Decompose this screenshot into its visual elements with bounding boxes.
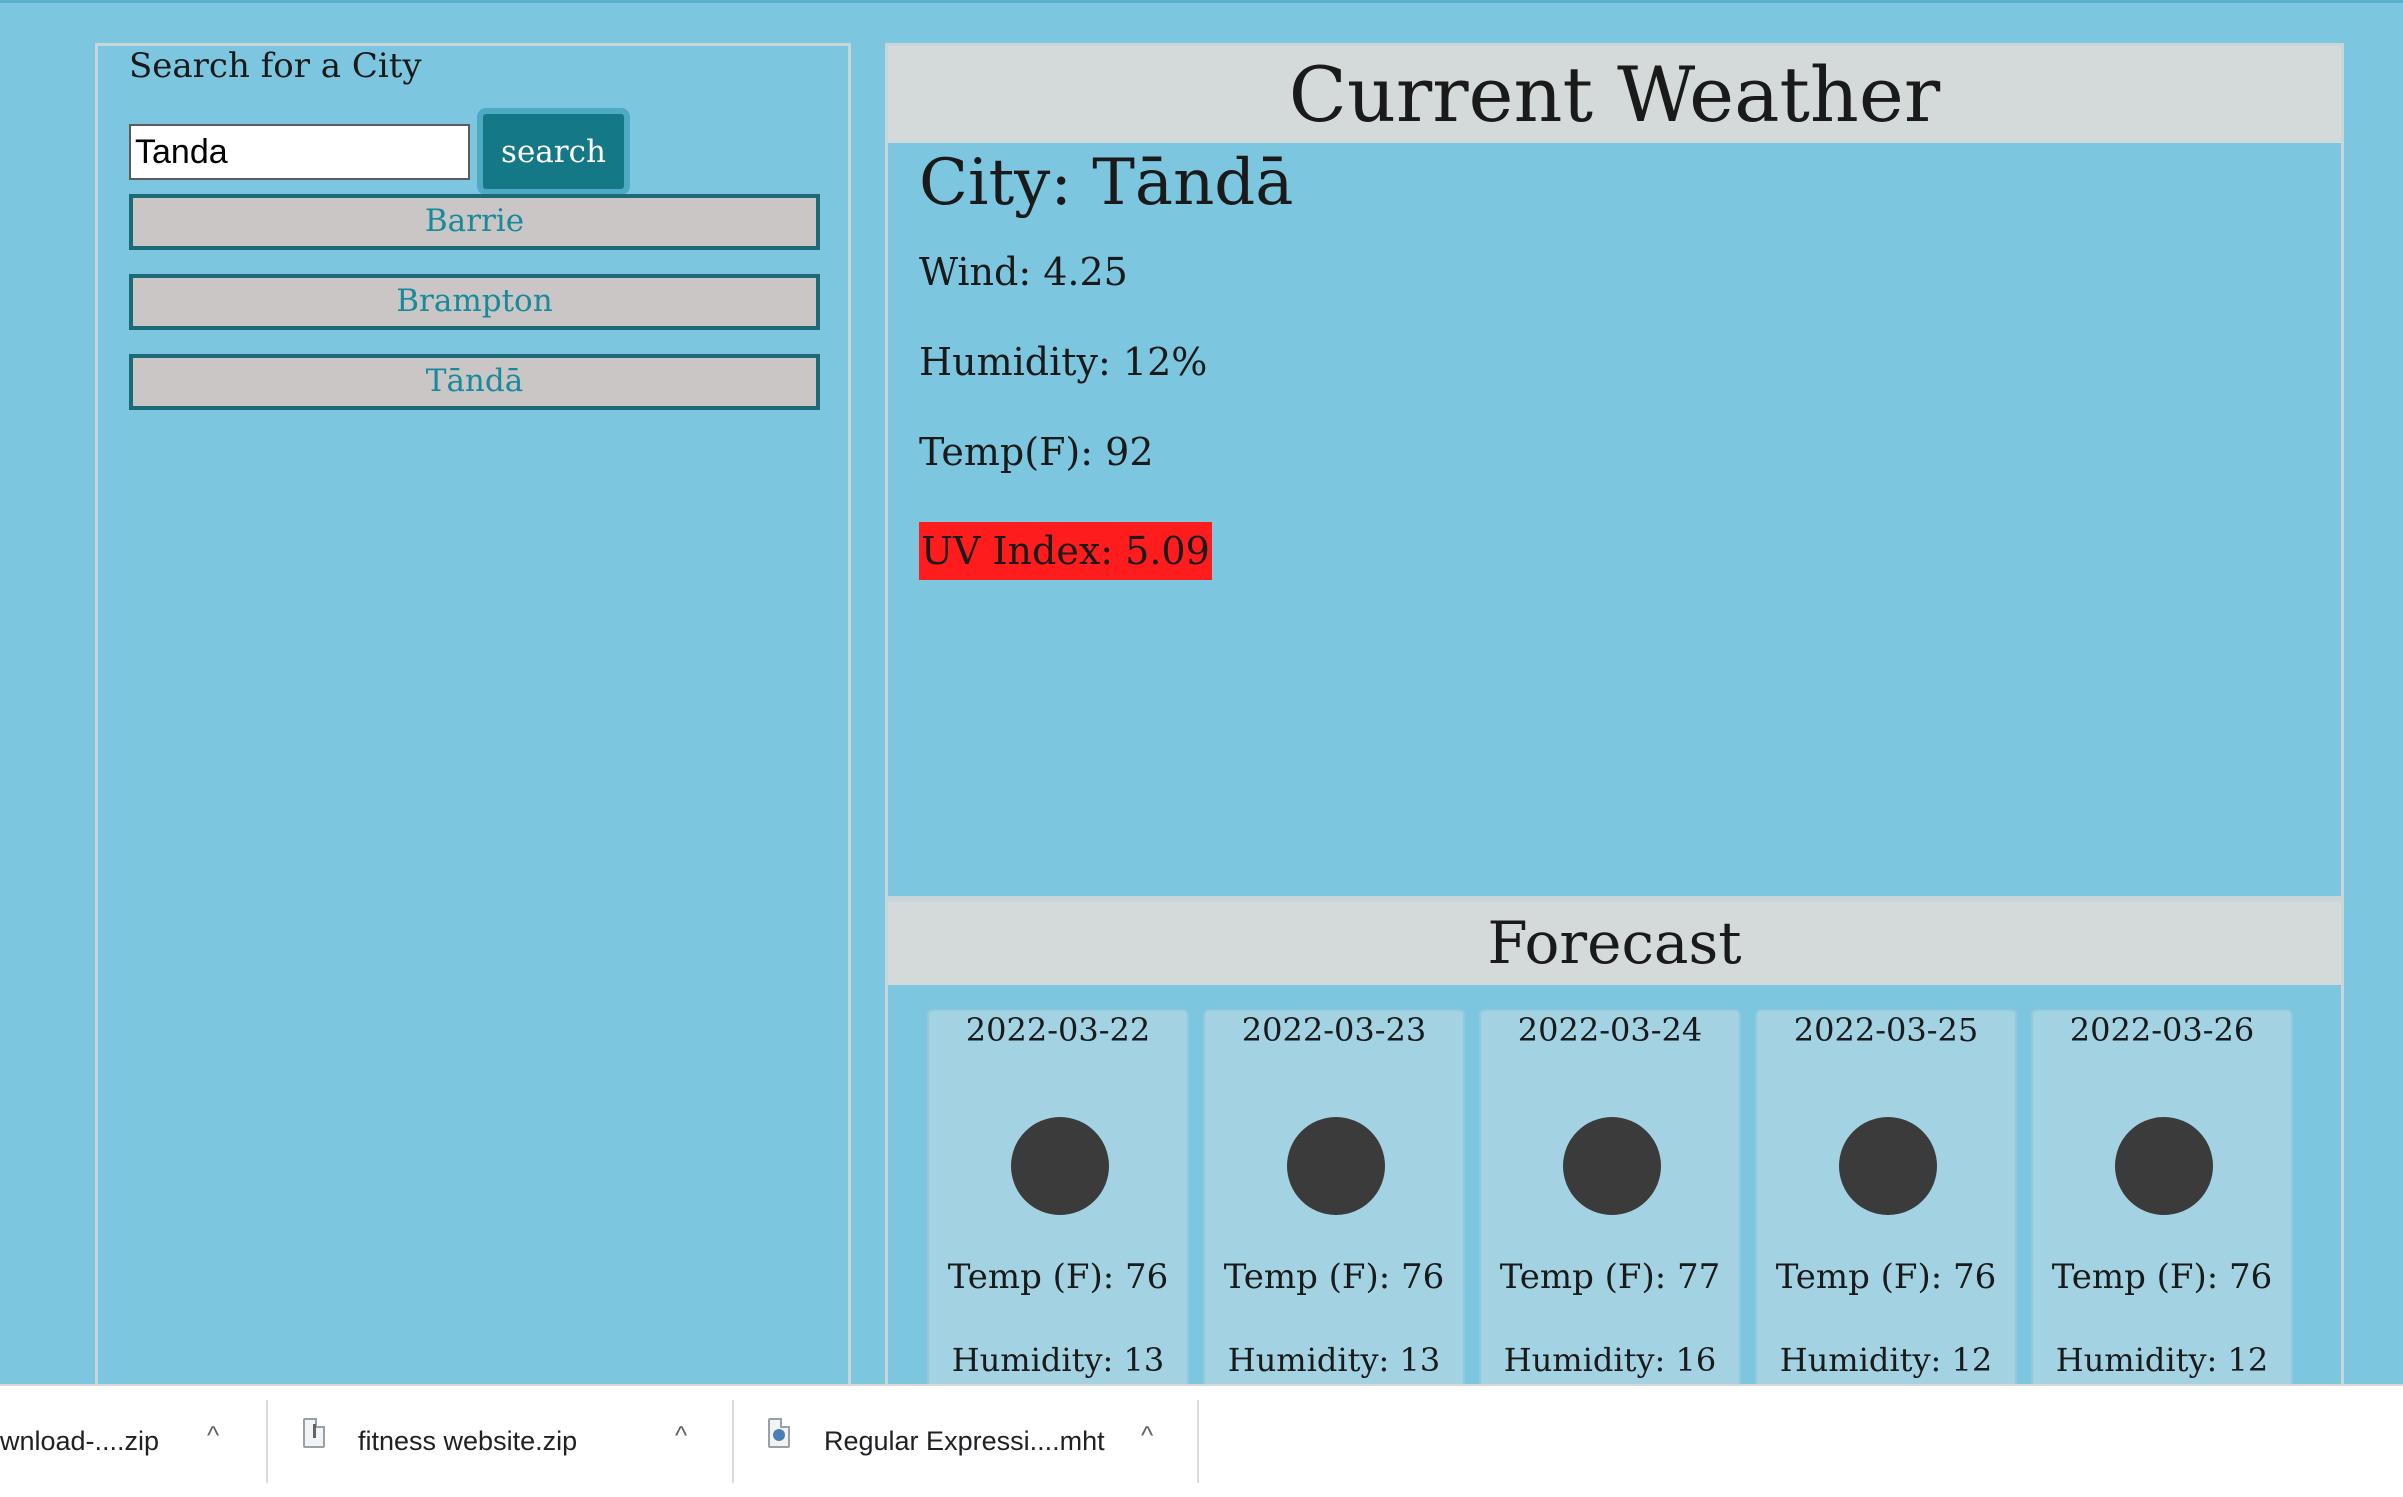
download-item[interactable]: Regular Expressi....mht ^ [734,1386,1198,1497]
download-bar: wnload-....zip ^ fitness website.zip ^ R… [0,1384,2403,1497]
forecast-temp: Temp (F): 76 [1775,1257,1997,1297]
humidity-value: Humidity: 12% [919,340,1208,384]
forecast-temp: Temp (F): 77 [1499,1257,1721,1297]
chevron-up-icon[interactable]: ^ [1141,1420,1153,1451]
forecast-card: 2022-03-25 Temp (F): 76 Humidity: 12 [1755,1009,2017,1429]
search-button[interactable]: search [477,108,630,195]
wind-value: Wind: 4.25 [919,250,1128,294]
download-filename: wnload-....zip [0,1426,160,1456]
chevron-up-icon[interactable]: ^ [675,1420,687,1451]
forecast-date: 2022-03-24 [1517,1011,1703,1049]
history-button-tanda[interactable]: Tāndā [129,354,820,410]
current-weather-panel: Current Weather City: Tāndā Wind: 4.25 H… [885,43,2344,899]
zip-file-icon [303,1418,325,1448]
forecast-card: 2022-03-22 Temp (F): 76 Humidity: 13 [927,1009,1189,1429]
weather-icon [1563,1117,1661,1215]
forecast-humidity: Humidity: 13 [1227,1341,1441,1379]
history-button-brampton[interactable]: Brampton [129,274,820,330]
forecast-card: 2022-03-24 Temp (F): 77 Humidity: 16 [1479,1009,1741,1429]
forecast-heading: Forecast [1487,909,1742,977]
forecast-humidity: Humidity: 13 [951,1341,1165,1379]
download-item[interactable]: wnload-....zip ^ [0,1386,266,1497]
history-button-barrie[interactable]: Barrie [129,194,820,250]
mht-file-icon [768,1418,790,1448]
forecast-temp: Temp (F): 76 [1223,1257,1445,1297]
forecast-date: 2022-03-22 [965,1011,1151,1049]
divider [1197,1400,1199,1483]
top-strip [0,0,2403,3]
current-weather-header: Current Weather [888,46,2341,143]
download-filename: fitness website.zip [358,1426,578,1456]
search-title: Search for a City [129,46,422,86]
forecast-date: 2022-03-25 [1793,1011,1979,1049]
city-name: City: Tāndā [919,146,1294,220]
forecast-card: 2022-03-26 Temp (F): 76 Humidity: 12 [2031,1009,2293,1429]
weather-icon [1839,1117,1937,1215]
download-filename: Regular Expressi....mht [824,1426,1105,1456]
weather-icon [1011,1117,1109,1215]
current-weather-heading: Current Weather [1288,50,1941,139]
forecast-temp: Temp (F): 76 [947,1257,1169,1297]
forecast-date: 2022-03-23 [1241,1011,1427,1049]
forecast-humidity: Humidity: 16 [1503,1341,1717,1379]
forecast-humidity: Humidity: 12 [2055,1341,2269,1379]
search-panel: Search for a City search Barrie Brampton… [95,43,851,1403]
forecast-header: Forecast [888,902,2341,985]
forecast-humidity: Humidity: 12 [1779,1341,1993,1379]
uv-index-badge: UV Index: 5.09 [919,522,1212,580]
temperature-value: Temp(F): 92 [919,430,1154,474]
weather-icon [1287,1117,1385,1215]
forecast-date: 2022-03-26 [2069,1011,2255,1049]
forecast-card: 2022-03-23 Temp (F): 76 Humidity: 13 [1203,1009,1465,1429]
download-item[interactable]: fitness website.zip ^ [268,1386,732,1497]
city-search-input[interactable] [129,124,470,180]
forecast-temp: Temp (F): 76 [2051,1257,2273,1297]
chevron-up-icon[interactable]: ^ [207,1420,219,1451]
weather-icon [2115,1117,2213,1215]
forecast-panel: Forecast 2022-03-22 Temp (F): 76 Humidit… [885,899,2344,1429]
